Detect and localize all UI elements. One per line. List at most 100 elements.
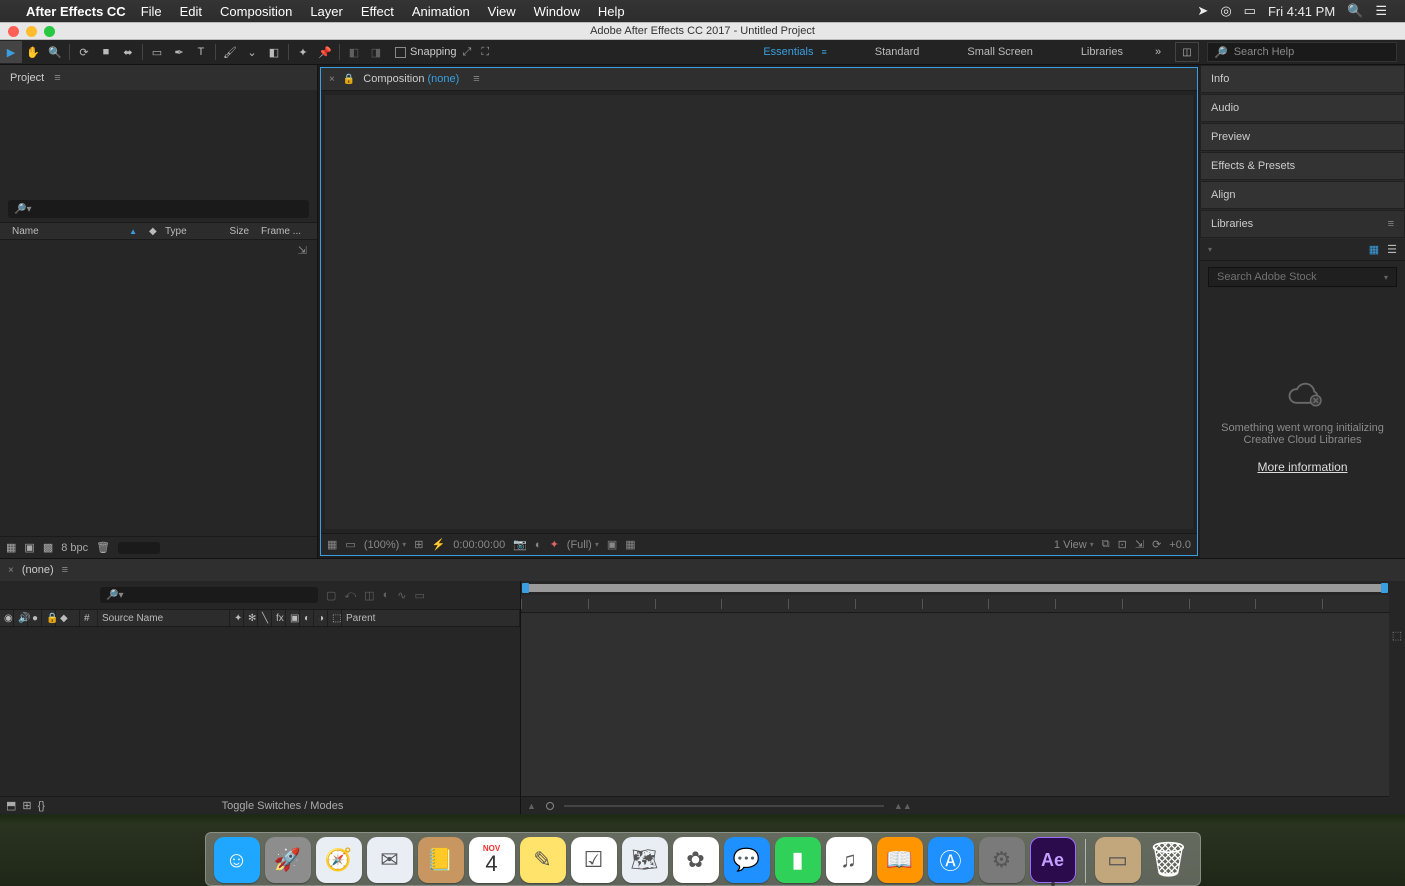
window-minimize-button[interactable]: [26, 26, 37, 37]
timeline-canvas[interactable]: [521, 613, 1389, 796]
comp-res-icon[interactable]: ⊞: [414, 538, 423, 551]
delete-icon[interactable]: 🗑: [96, 541, 110, 554]
comp-timecode[interactable]: 0:00:00:00: [453, 539, 505, 551]
clone-tool-icon[interactable]: ⌄: [241, 41, 263, 63]
dock-trash-icon[interactable]: 🗑: [1146, 837, 1192, 883]
menu-composition[interactable]: Composition: [211, 4, 301, 19]
layer-col-audio-icon[interactable]: 🔊: [14, 610, 28, 626]
project-search-input[interactable]: 🔎▾: [8, 200, 309, 218]
project-col-name[interactable]: Name▲: [6, 226, 143, 237]
snapping-toggle[interactable]: Snapping ⤢ ⛶: [395, 46, 489, 59]
menu-view[interactable]: View: [479, 4, 525, 19]
rectangle-tool-icon[interactable]: ▭: [146, 41, 168, 63]
libraries-more-info-link[interactable]: More information: [1257, 460, 1347, 474]
menu-layer[interactable]: Layer: [301, 4, 352, 19]
dock-ibooks-icon[interactable]: 📖: [877, 837, 923, 883]
timeline-footer-icon-1[interactable]: ⬒: [6, 799, 16, 812]
roto-tool-icon[interactable]: ✦: [292, 41, 314, 63]
comp-zoom-dropdown[interactable]: (100%) ▾: [364, 539, 406, 551]
layer-sw-3-icon[interactable]: ╲: [258, 610, 272, 626]
clock[interactable]: Fri 4:41 PM: [1268, 4, 1335, 19]
menu-help[interactable]: Help: [589, 4, 634, 19]
puppet-tool-icon[interactable]: 📌: [314, 41, 336, 63]
layer-col-parent[interactable]: Parent: [342, 610, 520, 626]
panel-libraries[interactable]: Libraries ≡: [1200, 210, 1405, 238]
selection-tool-icon[interactable]: ▶: [0, 41, 22, 63]
dock-safari-icon[interactable]: 🧭: [316, 837, 362, 883]
snapping-option-icon[interactable]: ⤢: [463, 46, 472, 59]
timeline-footer-icon-3[interactable]: {}: [38, 800, 45, 812]
project-col-label-icon[interactable]: ◆: [143, 226, 159, 237]
menu-animation[interactable]: Animation: [403, 4, 479, 19]
layer-sw-8-icon[interactable]: ⬚: [328, 610, 342, 626]
timeline-panel-menu-icon[interactable]: ≡: [62, 564, 68, 576]
display-icon[interactable]: ▭: [1244, 3, 1256, 19]
type-tool-icon[interactable]: T: [190, 41, 212, 63]
project-panel-menu-icon[interactable]: ≡: [54, 72, 60, 84]
timeline-work-area[interactable]: [521, 581, 1389, 595]
comp-roi-icon[interactable]: ▣: [607, 538, 617, 551]
comp-view-dropdown[interactable]: 1 View ▾: [1054, 539, 1094, 551]
workspace-libraries[interactable]: Libraries: [1057, 40, 1147, 64]
snapping-checkbox-icon[interactable]: [395, 47, 406, 58]
panel-effects-presets[interactable]: Effects & Presets: [1200, 152, 1405, 180]
menu-file[interactable]: File: [132, 4, 171, 19]
cursor-icon[interactable]: ➤: [1197, 3, 1208, 19]
dock-calendar-icon[interactable]: NOV4: [469, 837, 515, 883]
comp-tab-lock-icon[interactable]: 🔒: [343, 74, 355, 85]
dock-desktop-image-icon[interactable]: ▭: [1095, 837, 1141, 883]
layer-col-solo-icon[interactable]: ●: [28, 610, 42, 626]
layer-sw-2-icon[interactable]: ✻: [244, 610, 258, 626]
layer-col-lock-icon[interactable]: 🔒: [42, 610, 56, 626]
zoom-out-icon[interactable]: ▲: [527, 801, 536, 811]
libraries-search-dropdown-icon[interactable]: ▾: [1384, 273, 1388, 282]
dock-facetime-icon[interactable]: ▮: [775, 837, 821, 883]
libraries-panel-menu-icon[interactable]: ≡: [1388, 218, 1394, 230]
panel-info[interactable]: Info: [1200, 65, 1405, 93]
reset-workspace-icon[interactable]: ◫: [1175, 42, 1199, 62]
comp-color-icon[interactable]: ✦: [550, 538, 559, 551]
workspace-essentials[interactable]: Essentials≡: [739, 40, 850, 64]
interpret-footage-icon[interactable]: ▦: [6, 541, 16, 554]
timeline-footer-icon-2[interactable]: ⊞: [22, 799, 31, 812]
snapping-mode-icon[interactable]: ⛶: [481, 46, 489, 59]
libraries-search-input[interactable]: Search Adobe Stock ▾: [1208, 267, 1397, 287]
comp-tab-close-icon[interactable]: ×: [329, 74, 335, 85]
layer-sw-7-icon[interactable]: ◑: [314, 610, 328, 626]
camera-tool-icon[interactable]: ■: [95, 41, 117, 63]
menu-window[interactable]: Window: [525, 4, 589, 19]
composition-viewer[interactable]: [325, 95, 1193, 529]
spotlight-icon[interactable]: 🔍: [1347, 3, 1363, 19]
dock-launchpad-icon[interactable]: 🚀: [265, 837, 311, 883]
layer-sw-1-icon[interactable]: ✦: [230, 610, 244, 626]
layer-sw-4-icon[interactable]: fx: [272, 610, 286, 626]
comp-tab-label[interactable]: Composition (none): [363, 73, 459, 85]
window-close-button[interactable]: [8, 26, 19, 37]
layer-col-number[interactable]: #: [80, 610, 98, 626]
panel-align[interactable]: Align: [1200, 181, 1405, 209]
dock-appstore-icon[interactable]: Ⓐ: [928, 837, 974, 883]
dock-mail-icon[interactable]: ✉: [367, 837, 413, 883]
eraser-tool-icon[interactable]: ◧: [263, 41, 285, 63]
dock-reminders-icon[interactable]: ☑: [571, 837, 617, 883]
dock-aftereffects-icon[interactable]: Ae: [1030, 837, 1076, 883]
dock-finder-icon[interactable]: ☺: [214, 837, 260, 883]
comp-snapshot-icon[interactable]: 📷: [513, 538, 527, 551]
timeline-ruler[interactable]: [521, 595, 1389, 613]
zoom-in-icon[interactable]: ▲▲: [894, 801, 912, 811]
project-col-size[interactable]: Size: [213, 226, 255, 237]
dock-messages-icon[interactable]: 💬: [724, 837, 770, 883]
timeline-comp-marker-icon[interactable]: ⬚: [1392, 629, 1402, 642]
new-folder-icon[interactable]: ▣: [24, 541, 34, 554]
comp-resolution-dropdown[interactable]: (Full) ▾: [567, 539, 599, 551]
panel-audio[interactable]: Audio: [1200, 94, 1405, 122]
new-comp-icon[interactable]: ▩: [43, 541, 53, 554]
comp-reset-exposure-icon[interactable]: ⟳: [1152, 538, 1161, 551]
zoom-slider-thumb[interactable]: [546, 802, 554, 810]
panel-preview[interactable]: Preview: [1200, 123, 1405, 151]
comp-camera-icon[interactable]: ▭: [345, 538, 355, 551]
project-bpc[interactable]: 8 bpc: [61, 542, 88, 554]
comp-fast-preview-icon[interactable]: ⚡: [432, 538, 446, 551]
dock-preferences-icon[interactable]: ⚙: [979, 837, 1025, 883]
menu-edit[interactable]: Edit: [171, 4, 211, 19]
